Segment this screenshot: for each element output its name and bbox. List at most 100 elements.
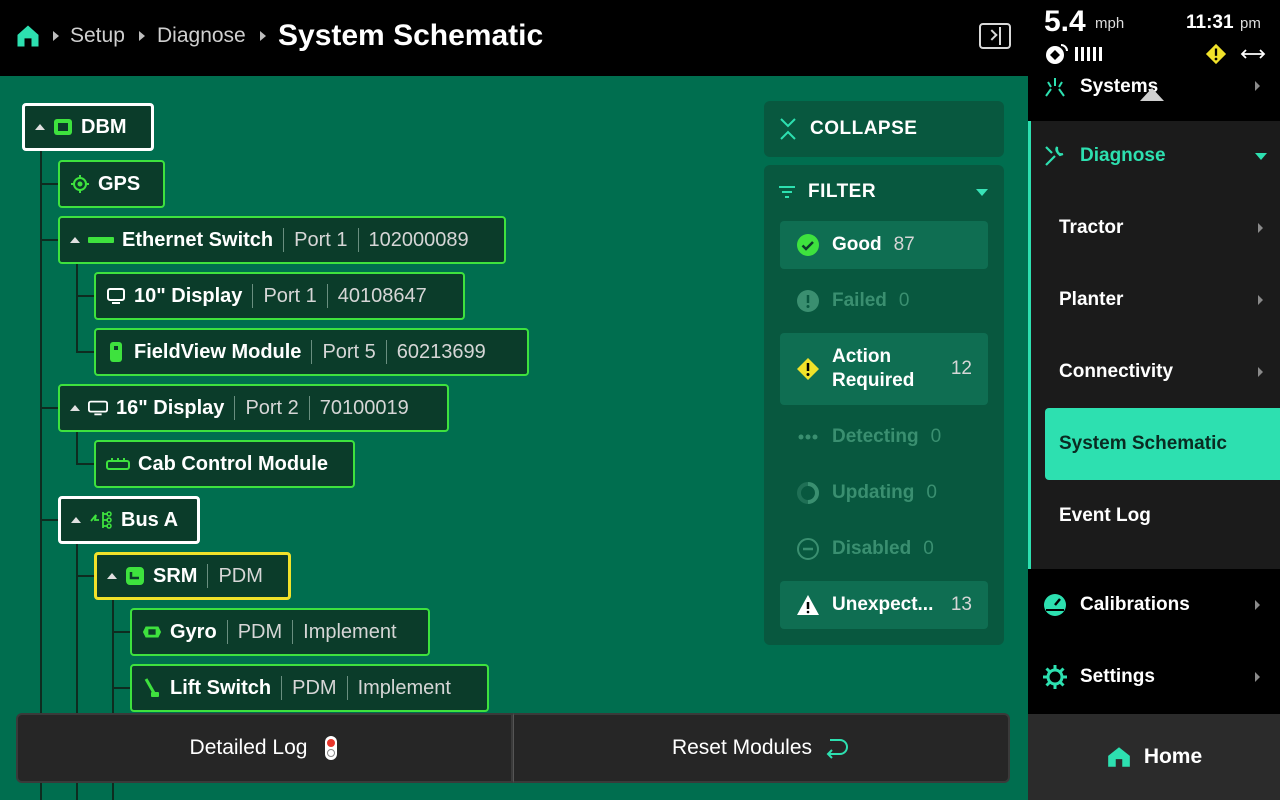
nav-event-log[interactable]: Event Log [1045, 480, 1280, 552]
node-name: Cab Control Module [138, 452, 328, 475]
tree-node-fieldview-module[interactable]: FieldView Module Port 5 60213699 [94, 328, 529, 376]
collapse-caret-icon[interactable] [70, 405, 80, 411]
wrench-icon [1045, 146, 1064, 166]
breadcrumb-diagnose[interactable]: Diagnose [157, 22, 246, 50]
home-icon[interactable] [14, 22, 42, 50]
nav-label: Settings [1080, 666, 1155, 687]
display-monitor-icon [106, 286, 126, 306]
filter-label: Failed [832, 290, 887, 311]
node-port: PDM [226, 620, 282, 644]
tree-node-bus-a[interactable]: Bus A [58, 496, 200, 544]
filter-count: 0 [898, 290, 910, 311]
filter-label: FILTER [808, 181, 877, 202]
diagnose-section: Diagnose Tractor Planter Connectivity Sy… [1028, 121, 1280, 569]
node-serial: 70100019 [308, 396, 409, 420]
tree-connector [76, 351, 96, 353]
collapse-caret-icon[interactable] [71, 517, 81, 523]
nav-diagnose[interactable]: Diagnose [1031, 121, 1280, 191]
filter-label: Unexpect... [832, 594, 934, 615]
filter-label: Action Required [832, 346, 915, 391]
tree-connector [40, 183, 60, 185]
filter-detecting[interactable]: Detecting 0 [780, 413, 988, 461]
nav-calibrations[interactable]: Calibrations [1028, 570, 1280, 640]
tree-node-dbm[interactable]: DBM [22, 103, 154, 151]
filter-failed[interactable]: Failed 0 [780, 277, 988, 325]
filter-label: Good [832, 234, 882, 255]
chevron-right-icon [1255, 672, 1260, 682]
breadcrumb-arrow-icon [260, 31, 266, 41]
home-icon [1107, 747, 1130, 767]
nav-connectivity[interactable]: Connectivity [1045, 336, 1280, 408]
return-arrow-icon [826, 739, 849, 759]
panel-toggle-button[interactable] [979, 23, 1011, 49]
tree-connector [76, 575, 96, 577]
filter-count: 0 [930, 426, 942, 447]
warning-diamond-icon[interactable] [1205, 43, 1227, 65]
home-button[interactable]: Home [1028, 714, 1280, 800]
tree-node-lift-switch[interactable]: Lift Switch PDM Implement [130, 664, 489, 712]
tree-connector [40, 519, 60, 521]
warning-diamond-icon [797, 358, 819, 380]
node-name: 10" Display [134, 284, 243, 307]
chevron-down-icon [1255, 153, 1267, 160]
scroll-up-indicator-icon[interactable] [1140, 88, 1164, 101]
node-port: Port 1 [283, 228, 348, 252]
tree-node-gyro[interactable]: Gyro PDM Implement [130, 608, 430, 656]
chevron-right-icon [1255, 600, 1260, 610]
nav-planter[interactable]: Planter [1045, 264, 1280, 336]
node-name: FieldView Module [134, 340, 302, 363]
module-chip-icon [53, 117, 73, 137]
tree-node-cab-control-module[interactable]: Cab Control Module [94, 440, 355, 488]
nav-sub-label: System Schematic [1059, 433, 1227, 454]
speed-unit: mph [1095, 15, 1125, 32]
bottom-action-bar: Detailed Log Reset Modules [16, 713, 1010, 783]
ethernet-switch-icon [88, 230, 114, 250]
chevron-right-icon [1258, 367, 1263, 377]
filter-count: 12 [950, 358, 972, 379]
signal-strength-icon [1075, 47, 1102, 61]
filter-label: Disabled [832, 538, 912, 559]
top-bar: Setup Diagnose System Schematic [0, 0, 1028, 76]
speed-value: 5.4 [1044, 5, 1086, 38]
filter-count: 0 [926, 482, 937, 503]
nav-tractor[interactable]: Tractor [1045, 192, 1280, 264]
collapse-button[interactable]: COLLAPSE [764, 101, 1004, 157]
node-port: PDM [207, 564, 263, 588]
tree-connector [76, 430, 78, 464]
filter-label: Updating [832, 482, 915, 503]
filter-updating[interactable]: Updating 0 [780, 469, 988, 517]
filter-good[interactable]: Good 87 [780, 221, 988, 269]
tree-connector [76, 295, 96, 297]
tree-connector [76, 262, 78, 352]
collapse-caret-icon[interactable] [70, 237, 80, 243]
reset-modules-button[interactable]: Reset Modules [513, 713, 1010, 783]
filter-count: 0 [923, 538, 934, 559]
nav-settings[interactable]: Settings [1028, 642, 1280, 712]
filter-header[interactable]: FILTER [778, 181, 876, 203]
chevron-down-icon[interactable] [976, 189, 988, 196]
tree-node-16-display[interactable]: 16" Display Port 2 70100019 [58, 384, 449, 432]
detailed-log-button[interactable]: Detailed Log [16, 713, 513, 783]
breadcrumb-setup[interactable]: Setup [70, 22, 125, 50]
tree-connector [40, 407, 60, 409]
filter-unexpected[interactable]: Unexpect... 13 [780, 581, 988, 629]
node-name: Lift Switch [170, 676, 272, 699]
gps-target-icon [70, 174, 90, 194]
filter-disabled[interactable]: Disabled 0 [780, 525, 988, 573]
tree-node-ethernet-switch[interactable]: Ethernet Switch Port 1 102000089 [58, 216, 506, 264]
gyro-sensor-icon [142, 622, 162, 642]
collapse-caret-icon[interactable] [35, 124, 45, 130]
nav-system-schematic[interactable]: System Schematic [1045, 408, 1280, 480]
satellite-signal-icon [1046, 44, 1068, 64]
tree-node-gps[interactable]: GPS [58, 160, 165, 208]
progress-ring-icon [797, 482, 819, 504]
node-serial: 40108647 [326, 284, 427, 308]
breadcrumb-arrow-icon [139, 31, 145, 41]
node-serial: Implement [292, 620, 397, 644]
filter-action-required[interactable]: Action Required 12 [780, 333, 988, 405]
reset-modules-label: Reset Modules [671, 736, 813, 759]
tree-node-srm[interactable]: SRM PDM [94, 552, 291, 600]
collapse-caret-icon[interactable] [107, 573, 117, 579]
tree-node-10-display[interactable]: 10" Display Port 1 40108647 [94, 272, 465, 320]
tree-connector [40, 239, 60, 241]
